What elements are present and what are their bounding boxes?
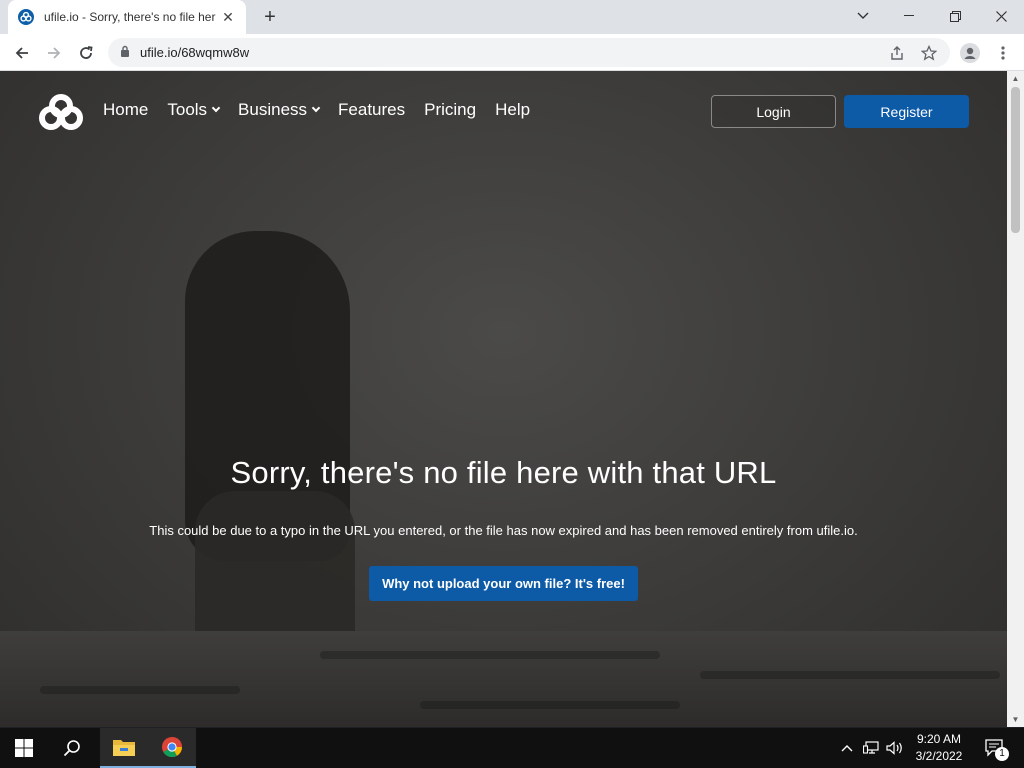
tab-search-chevron-icon[interactable] [840,0,886,32]
chevron-down-icon [211,103,221,113]
reload-button[interactable] [72,39,100,67]
tab-strip: ufile.io - Sorry, there's no file her ✕ … [0,0,1024,34]
chrome-icon[interactable] [148,728,196,768]
clock-date: 3/2/2022 [915,749,963,763]
browser-toolbar: ufile.io/68wqmw8w [0,34,1024,71]
register-button[interactable]: Register [844,95,969,128]
restore-button[interactable] [932,0,978,32]
scroll-up-icon[interactable]: ▲ [1011,74,1020,83]
search-icon[interactable] [48,728,96,768]
system-clock[interactable]: 9:20 AM 3/2/2022 [905,731,973,765]
file-explorer-icon[interactable] [100,728,148,768]
ufile-favicon-icon [18,9,34,25]
back-button[interactable] [8,39,36,67]
nav-home[interactable]: Home [103,100,148,120]
nav-tools[interactable]: Tools [167,100,221,120]
url-text: ufile.io/68wqmw8w [140,45,250,60]
start-button[interactable] [0,728,48,768]
chevron-down-icon [311,103,321,113]
login-button[interactable]: Login [711,95,836,128]
forward-button[interactable] [40,39,68,67]
page-scrollbar[interactable]: ▲ ▼ [1007,71,1024,727]
network-icon[interactable] [861,728,881,768]
error-description: This could be due to a typo in the URL y… [149,523,858,538]
volume-icon[interactable] [884,728,906,768]
nav-help[interactable]: Help [495,100,530,120]
clock-time: 9:20 AM [916,732,962,746]
nav-business[interactable]: Business [238,100,321,120]
tab-close-icon[interactable]: ✕ [220,9,236,26]
new-tab-button[interactable]: + [258,6,282,28]
share-icon[interactable] [888,44,906,62]
nav-features[interactable]: Features [338,100,405,120]
minimize-button[interactable] [886,0,932,32]
notification-badge: 1 [995,747,1009,761]
scroll-down-icon[interactable]: ▼ [1011,715,1020,724]
close-window-button[interactable] [978,0,1024,32]
notification-center-icon[interactable]: 1 [980,728,1010,768]
bookmark-star-icon[interactable] [920,44,938,62]
address-bar[interactable]: ufile.io/68wqmw8w [108,38,950,67]
nav-pricing[interactable]: Pricing [424,100,476,120]
profile-avatar-icon[interactable] [956,39,984,67]
background-photo-sea [0,631,1007,727]
main-nav: Home Tools Business Features Pricing Hel… [103,100,549,120]
browser-menu-icon[interactable] [989,39,1017,67]
web-page: Home Tools Business Features Pricing Hel… [0,71,1007,727]
browser-tab[interactable]: ufile.io - Sorry, there's no file her ✕ [8,0,246,34]
tab-title: ufile.io - Sorry, there's no file her [44,10,216,24]
ufile-logo-icon[interactable] [38,94,84,130]
windows-taskbar: 9:20 AM 3/2/2022 1 [0,728,1024,768]
tray-chevron-up-icon[interactable] [838,728,856,768]
scroll-thumb[interactable] [1011,87,1020,233]
page-title: Sorry, there's no file here with that UR… [230,455,777,490]
lock-icon [120,44,130,62]
site-header: Home Tools Business Features Pricing Hel… [0,71,1007,151]
upload-cta-button[interactable]: Why not upload your own file? It's free! [369,566,638,601]
